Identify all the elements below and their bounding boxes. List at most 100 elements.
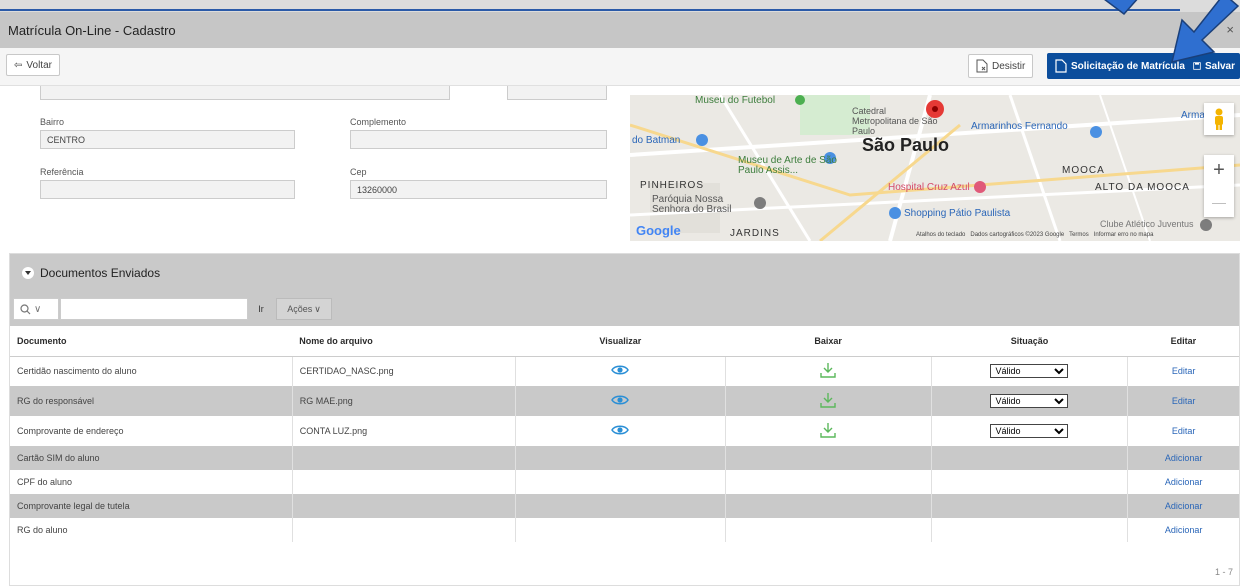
zoom-out-button[interactable]: — [1204,186,1234,217]
situacao-select[interactable]: Válido [990,394,1069,408]
complemento-field[interactable] [350,130,607,149]
number-field-partial[interactable] [507,86,607,100]
situacao-select[interactable]: Válido [990,364,1069,379]
hospital-icon [974,181,986,193]
cell-documento: RG do responsável [10,386,293,416]
add-link[interactable]: Adicionar [1128,470,1239,494]
column-header-documento[interactable]: Documento [10,326,293,357]
column-header-visualizar[interactable]: Visualizar [515,326,726,357]
cell-arquivo [292,446,517,470]
map-label-shopping: Shopping Pátio Paulista [904,208,1011,219]
cell-visualizar [515,446,726,470]
pagination-info: 1 - 7 [1214,567,1233,577]
zoom-in-button[interactable]: + [1204,155,1234,186]
map-label-batman: do Batman [632,135,681,146]
cell-situacao [931,494,1129,518]
cell-visualizar [515,518,726,542]
stadium-icon [795,95,805,105]
back-button-label: Voltar [26,59,52,71]
add-link[interactable]: Adicionar [1128,518,1239,542]
add-link[interactable]: Adicionar [1127,494,1239,518]
cell-baixar [725,518,932,542]
edit-link[interactable]: Editar [1128,356,1239,386]
column-header-editar[interactable]: Editar [1127,326,1239,357]
cell-documento: Comprovante legal de tutela [10,494,293,518]
map-label-museu-futebol: Museu do Futebol [695,95,776,106]
cell-documento: CPF do aluno [10,470,293,494]
google-logo: Google [636,223,681,238]
cell-baixar [725,386,932,416]
acoes-menu-button[interactable]: Ações ∨ [276,298,332,320]
download-icon[interactable] [820,362,836,378]
documents-table: Documento Nome do arquivo Visualizar Baixar… [10,326,1239,542]
document-icon [1055,59,1067,73]
eye-icon[interactable] [611,364,630,376]
poi-icon [696,134,708,146]
column-header-situacao[interactable]: Situação [931,326,1128,357]
column-header-arquivo[interactable]: Nome do arquivo [292,326,516,357]
eye-icon[interactable] [611,394,630,406]
table-row: RG do responsável RG MAE.png Válido Editar [10,386,1239,416]
map-view[interactable]: Museu do Futebol Catedral Metropolitana … [630,95,1240,241]
cell-visualizar [515,470,726,494]
store-icon [1090,126,1102,138]
top-strip [0,0,1240,12]
search-column-selector[interactable]: ∨ [13,298,59,320]
map-label-clube: Clube Atlético Juventus [1100,219,1194,229]
window-title: Matrícula On-Line - Cadastro [8,22,176,38]
cell-arquivo [292,518,517,542]
search-icon [20,303,31,314]
documents-section-header[interactable]: Documentos Enviados [10,254,1239,292]
cell-documento: Certidão nascimento do aluno [10,356,293,386]
download-icon[interactable] [820,392,836,408]
search-input[interactable] [60,298,248,320]
situacao-select[interactable]: Válido [990,424,1069,438]
cep-label: Cep [350,167,367,177]
referencia-field[interactable] [40,180,295,199]
cell-situacao [931,518,1129,542]
cell-arquivo [292,470,517,494]
cep-field[interactable]: 13260000 [350,180,607,199]
acoes-chevron-icon: ∨ [314,303,321,314]
map-attribution[interactable]: Atalhos do teclado Dados cartográficos ©… [916,232,1153,238]
cell-visualizar [515,494,726,518]
cell-baixar [725,446,932,470]
edit-link[interactable]: Editar [1128,416,1239,446]
shopping-icon [889,207,901,219]
cell-visualizar [515,386,726,416]
bairro-label: Bairro [40,117,65,127]
cell-arquivo [292,494,517,518]
cell-visualizar [515,356,726,386]
cell-visualizar [515,416,726,446]
cell-situacao: Válido [931,356,1129,386]
eye-icon[interactable] [611,424,630,436]
address-field-partial[interactable] [40,86,450,100]
collapse-toggle-icon[interactable] [22,267,34,279]
edit-link[interactable]: Editar [1127,386,1239,416]
street-view-button[interactable] [1204,103,1234,135]
documents-section-title: Documentos Enviados [40,266,161,280]
acoes-label: Ações [287,304,313,314]
chevron-down-icon: ∨ [34,303,42,315]
title-bar: Matrícula On-Line - Cadastro × [0,12,1240,48]
column-header-baixar[interactable]: Baixar [725,326,932,357]
map-label-armarinhos: Armarinhos Fernando [971,121,1068,132]
cell-arquivo: RG MAE.png [292,386,517,416]
referencia-label: Referência [40,167,84,177]
cell-documento: RG do aluno [10,518,293,542]
map-label-pinheiros: PINHEIROS [640,180,705,191]
bairro-field[interactable]: CENTRO [40,130,295,149]
add-link[interactable]: Adicionar [1127,446,1239,470]
cell-situacao: Válido [931,416,1129,446]
download-icon[interactable] [820,422,836,438]
desistir-button[interactable]: Desistir [968,54,1034,78]
back-button[interactable]: ⇦ Voltar [6,54,60,76]
ir-button[interactable]: Ir [249,298,273,320]
complemento-label: Complemento [350,117,407,127]
zoom-control: + — [1204,155,1234,217]
table-row: Certidão nascimento do aluno CERTIDAO_NAS… [10,356,1239,386]
table-row: Comprovante de endereço CONTA LUZ.png Váli… [10,416,1239,446]
toolbar: ⇦ Voltar Desistir Solicitação de Matrícu… [0,48,1240,86]
cell-situacao: Válido [931,386,1129,416]
map-label-sao-paulo: São Paulo [862,135,950,155]
